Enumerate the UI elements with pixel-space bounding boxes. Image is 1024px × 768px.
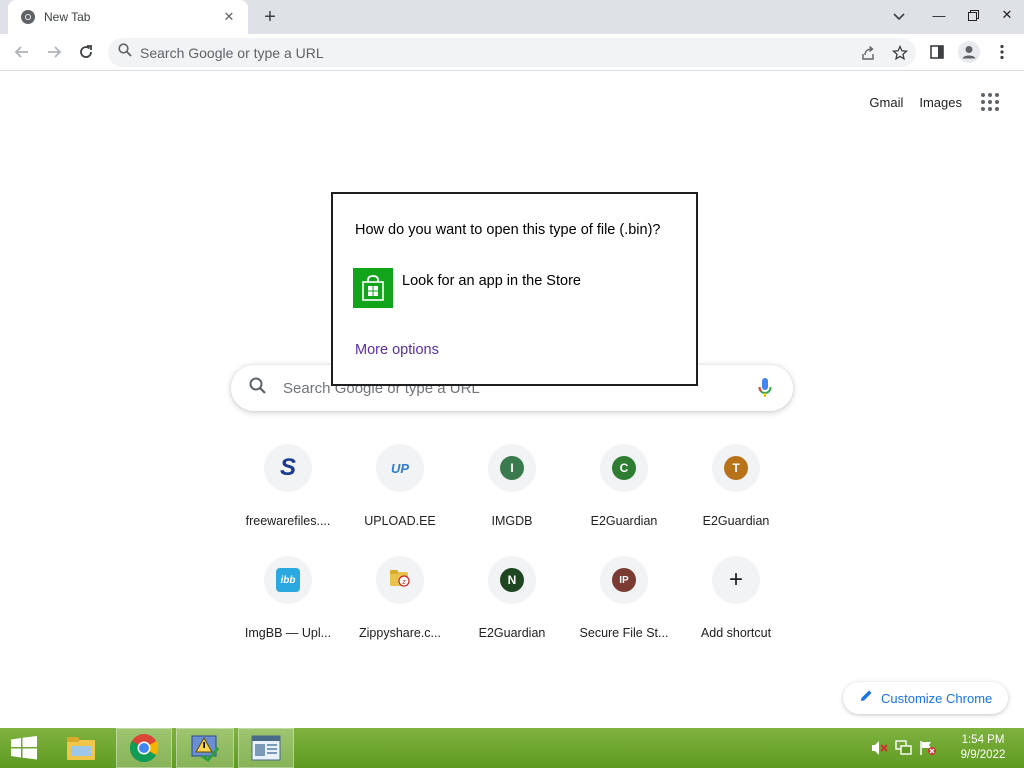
shortcut-icon-wrap: S xyxy=(264,444,312,492)
voice-search-mic-icon[interactable] xyxy=(745,368,785,408)
shortcut-icon-wrap: T xyxy=(712,444,760,492)
images-link[interactable]: Images xyxy=(919,95,962,110)
store-option[interactable]: Look for an app in the Store xyxy=(353,268,673,310)
action-center-flag-icon[interactable] xyxy=(916,738,940,758)
back-button[interactable] xyxy=(8,38,36,66)
shortcut-icon-wrap: ibb xyxy=(264,556,312,604)
tab-title: New Tab xyxy=(44,10,91,24)
store-bag-icon xyxy=(353,268,393,308)
pencil-icon xyxy=(859,689,873,708)
shortcut-tile-freewarefiles[interactable]: S freewarefiles.... xyxy=(232,436,344,548)
open-with-dialog: How do you want to open this type of fil… xyxy=(331,192,698,386)
shortcut-tile-add[interactable]: + Add shortcut xyxy=(680,548,792,660)
bookmark-star-icon[interactable] xyxy=(884,39,916,67)
reload-button[interactable] xyxy=(72,38,100,66)
tab-search-icon[interactable] xyxy=(887,6,911,28)
omnibox[interactable]: Search Google or type a URL xyxy=(108,38,916,67)
imgbb-icon: ibb xyxy=(276,568,300,592)
shortcut-icon-wrap: N xyxy=(488,556,536,604)
shortcut-tile-e2guardian-n[interactable]: N E2Guardian xyxy=(456,548,568,660)
shortcut-icon-wrap: IP xyxy=(600,556,648,604)
google-apps-icon[interactable] xyxy=(978,90,1002,114)
volume-muted-icon[interactable] xyxy=(868,738,892,758)
taskbar-chrome[interactable] xyxy=(116,728,172,768)
dialog-question: How do you want to open this type of fil… xyxy=(355,222,661,238)
side-panel-icon[interactable] xyxy=(923,38,951,66)
letter-avatar-icon: IP xyxy=(612,568,636,592)
system-tray: 1:54 PM 9/9/2022 xyxy=(868,728,1024,768)
letter-avatar-icon: N xyxy=(500,568,524,592)
taskbar-app-warning[interactable] xyxy=(176,728,234,768)
search-icon xyxy=(118,43,132,62)
shortcut-icon-wrap: UP xyxy=(376,444,424,492)
tab-strip: New Tab ✕ + — ✕ xyxy=(0,0,1024,34)
gmail-link[interactable]: Gmail xyxy=(869,95,903,110)
zippy-icon: z xyxy=(389,568,411,593)
taskbar-file-explorer[interactable] xyxy=(58,728,104,768)
shortcut-tile-imgbb[interactable]: ibb ImgBB — Upl... xyxy=(232,548,344,660)
shortcut-tile-e2guardian-t[interactable]: T E2Guardian xyxy=(680,436,792,548)
shortcut-icon-wrap: z xyxy=(376,556,424,604)
restore-button[interactable] xyxy=(956,3,990,27)
shortcut-title: Add shortcut xyxy=(700,626,772,640)
tab-new-tab[interactable]: New Tab ✕ xyxy=(8,0,248,34)
start-button[interactable] xyxy=(4,728,44,768)
letter-avatar-icon: C xyxy=(612,456,636,480)
shortcut-title: IMGDB xyxy=(491,514,533,528)
plus-icon: + xyxy=(728,566,743,593)
minimize-button[interactable]: — xyxy=(922,3,956,27)
shortcut-title: Zippyshare.c... xyxy=(359,626,441,640)
letter-avatar-icon: I xyxy=(500,456,524,480)
shortcut-tile-e2guardian-c[interactable]: C E2Guardian xyxy=(568,436,680,548)
shortcut-title: E2Guardian xyxy=(590,514,658,528)
svg-text:z: z xyxy=(402,578,406,586)
shortcut-tile-upload-ee[interactable]: UP UPLOAD.EE xyxy=(344,436,456,548)
menu-kebab-icon[interactable] xyxy=(988,38,1016,66)
shortcut-tile-secure-file[interactable]: IP Secure File St... xyxy=(568,548,680,660)
forward-button[interactable] xyxy=(40,38,68,66)
taskbar-clock[interactable]: 1:54 PM 9/9/2022 xyxy=(948,733,1018,763)
shortcut-title: UPLOAD.EE xyxy=(364,514,436,528)
more-options-link[interactable]: More options xyxy=(355,342,439,358)
shortcut-title: freewarefiles.... xyxy=(245,514,331,528)
network-icon[interactable] xyxy=(892,738,916,758)
shortcut-icon-wrap: I xyxy=(488,444,536,492)
chrome-favicon-icon xyxy=(20,9,36,25)
shortcut-title: ImgBB — Upl... xyxy=(244,626,332,640)
ntp-top-links: Gmail Images xyxy=(869,90,1024,114)
clock-date: 9/9/2022 xyxy=(960,749,1006,761)
share-icon[interactable] xyxy=(852,39,884,67)
store-option-label: Look for an app in the Store xyxy=(402,273,581,289)
close-window-button[interactable]: ✕ xyxy=(990,3,1024,27)
shortcut-title: E2Guardian xyxy=(702,514,770,528)
freewarefiles-icon: S xyxy=(279,454,296,481)
letter-avatar-icon: T xyxy=(724,456,748,480)
upload-ee-icon: UP xyxy=(390,460,410,476)
shortcut-icon-wrap: + xyxy=(712,556,760,604)
browser-toolbar: Search Google or type a URL xyxy=(0,34,1024,71)
shortcut-title: E2Guardian xyxy=(478,626,546,640)
window-controls: — ✕ xyxy=(922,0,1024,30)
shortcut-tile-imgdb[interactable]: I IMGDB xyxy=(456,436,568,548)
taskbar-app-window[interactable] xyxy=(238,728,294,768)
windows-taskbar: 1:54 PM 9/9/2022 xyxy=(0,728,1024,768)
customize-chrome-label: Customize Chrome xyxy=(881,690,993,706)
shortcut-title: Secure File St... xyxy=(579,626,669,640)
profile-avatar[interactable] xyxy=(955,38,983,66)
omnibox-placeholder: Search Google or type a URL xyxy=(140,44,324,61)
customize-chrome-button[interactable]: Customize Chrome xyxy=(843,682,1008,714)
shortcut-icon-wrap: C xyxy=(600,444,648,492)
search-icon xyxy=(249,377,267,400)
tab-close-icon[interactable]: ✕ xyxy=(220,8,238,26)
clock-time: 1:54 PM xyxy=(961,734,1005,746)
shortcut-tile-zippyshare[interactable]: z Zippyshare.c... xyxy=(344,548,456,660)
new-tab-button[interactable]: + xyxy=(258,6,282,28)
